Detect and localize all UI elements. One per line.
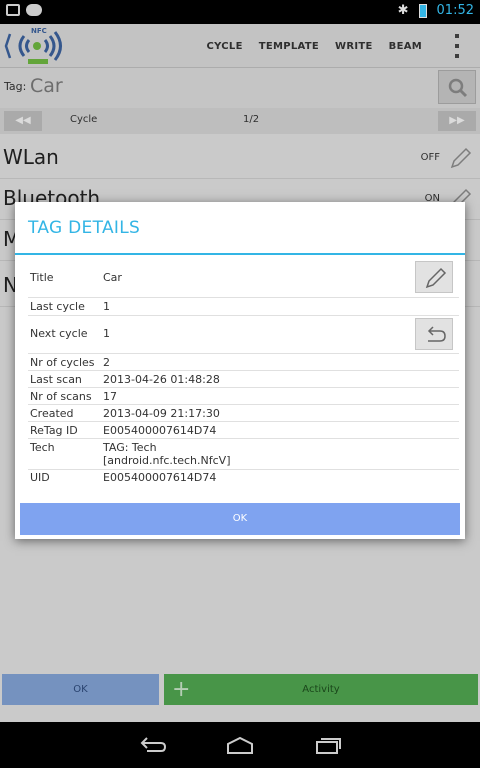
undo-next-cycle-button[interactable]: [415, 318, 453, 350]
detail-row-last-scan: Last scan 2013-04-26 01:48:28: [28, 371, 459, 388]
navigation-bar: [0, 722, 480, 768]
detail-row-retag-id: ReTag ID E005400007614D74: [28, 422, 459, 439]
detail-key: UID: [30, 471, 50, 484]
status-bar: ✱ 01:52: [0, 0, 480, 24]
detail-value: 17: [103, 390, 117, 403]
back-icon[interactable]: [137, 735, 167, 755]
detail-key: Nr of cycles: [30, 356, 95, 369]
detail-value: 2013-04-26 01:48:28: [103, 373, 220, 386]
detail-value: 1: [103, 327, 110, 340]
edit-title-button[interactable]: [415, 261, 453, 293]
detail-row-nr-cycles: Nr of cycles 2: [28, 354, 459, 371]
bluetooth-icon: ✱: [397, 3, 409, 18]
detail-value: TAG: Tech [android.nfc.tech.NfcV]: [103, 441, 231, 467]
detail-row-last-cycle: Last cycle 1: [28, 298, 459, 316]
detail-row-uid: UID E005400007614D74: [28, 470, 459, 487]
detail-value: E005400007614D74: [103, 424, 217, 437]
detail-key: Last cycle: [30, 300, 85, 313]
tag-details-dialog: TAG DETAILS Title Car Last cycle 1 Next …: [15, 202, 465, 539]
detail-row-created: Created 2013-04-09 21:17:30: [28, 405, 459, 422]
recent-apps-icon[interactable]: [313, 735, 343, 755]
detail-key: Created: [30, 407, 74, 420]
detail-value: 1: [103, 300, 110, 313]
detail-row-tech: Tech TAG: Tech [android.nfc.tech.NfcV]: [28, 439, 459, 470]
detail-key: Last scan: [30, 373, 82, 386]
pencil-icon: [425, 267, 447, 289]
detail-row-title: Title Car: [28, 260, 459, 298]
detail-value: 2013-04-09 21:17:30: [103, 407, 220, 420]
undo-icon: [427, 326, 446, 342]
dialog-ok-button[interactable]: OK: [20, 503, 460, 535]
detail-value: E005400007614D74: [103, 471, 217, 484]
detail-row-next-cycle: Next cycle 1: [28, 316, 459, 354]
detail-key: Title: [30, 271, 54, 284]
detail-value: Car: [103, 271, 122, 284]
home-icon[interactable]: [225, 735, 255, 755]
detail-row-nr-scans: Nr of scans 17: [28, 388, 459, 405]
detail-value: 2: [103, 356, 110, 369]
battery-icon: [418, 3, 427, 18]
detail-key: Tech: [30, 441, 55, 454]
detail-key: Next cycle: [30, 327, 88, 340]
detail-key: Nr of scans: [30, 390, 92, 403]
dialog-title: TAG DETAILS: [28, 218, 141, 238]
notification-icon: [26, 4, 42, 16]
detail-key: ReTag ID: [30, 424, 78, 437]
clock: 01:52: [436, 3, 474, 18]
gallery-icon: [6, 4, 20, 16]
title-divider: [15, 253, 465, 255]
